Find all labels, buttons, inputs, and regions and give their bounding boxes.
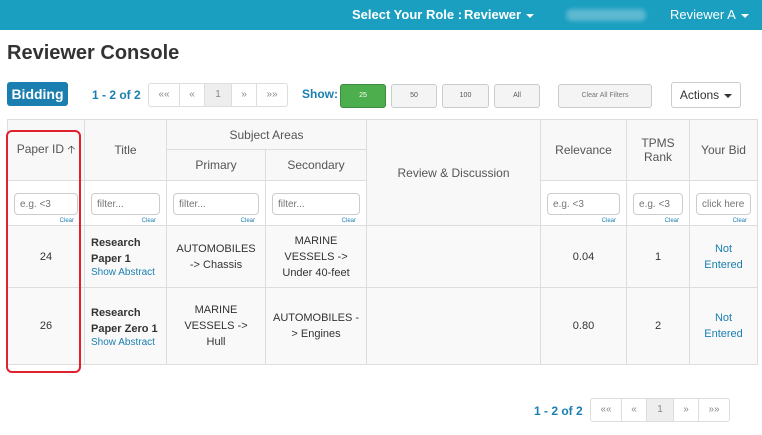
filter-cell-tpms: Clear — [626, 180, 691, 226]
filter-cell-secondary: Clear — [264, 180, 368, 226]
user-name: Reviewer A — [670, 7, 736, 22]
table-row: 24 Research Paper 1 Show Abstract AUTOMO… — [7, 225, 759, 288]
show-abstract-link[interactable]: Show Abstract — [91, 337, 160, 348]
pager-last-button[interactable]: »» — [699, 399, 729, 421]
paper-id-filter-input[interactable] — [14, 193, 78, 215]
filter-cell-primary: Clear — [166, 180, 266, 226]
pager-top: «« « 1 » »» — [148, 83, 288, 107]
show-label: Show: — [302, 87, 338, 101]
paper-title: Research Paper 1 — [91, 237, 141, 265]
actions-dropdown[interactable]: Actions — [671, 82, 741, 108]
filter-cell-relevance: Clear — [540, 180, 628, 226]
primary-cell: AUTOMOBILES -> Chassis — [166, 225, 266, 288]
col-header-relevance[interactable]: Relevance — [540, 119, 628, 181]
filter-cell-title: Clear — [84, 180, 167, 226]
paper-id-cell: 26 — [7, 287, 85, 365]
clear-filter-link[interactable]: Clear — [665, 218, 679, 224]
clear-filter-link[interactable]: Clear — [60, 218, 74, 224]
pager-prev-button[interactable]: « — [180, 84, 205, 106]
filter-cell-bid: Clear — [689, 180, 759, 226]
papers-table: Paper ID 🡡 Title Subject Areas Review & … — [7, 119, 759, 365]
pager-last-button[interactable]: »» — [257, 84, 287, 106]
title-cell: Research Paper Zero 1 Show Abstract — [84, 287, 167, 365]
clear-filter-link[interactable]: Clear — [142, 218, 156, 224]
col-header-tpms-rank[interactable]: TPMS Rank — [626, 119, 691, 181]
col-header-review-discussion: Review & Discussion — [366, 119, 542, 226]
redacted-text — [566, 9, 646, 21]
role-dropdown[interactable]: Reviewer — [464, 7, 535, 22]
tpms-cell: 2 — [626, 287, 691, 365]
relevance-cell: 0.80 — [540, 287, 628, 365]
secondary-filter-input[interactable] — [272, 193, 361, 215]
filter-cell-paper-id: Clear — [7, 180, 85, 226]
clear-all-filters-button[interactable]: Clear All Filters — [558, 84, 652, 108]
bid-cell: Not Entered — [689, 225, 759, 288]
primary-cell: MARINE VESSELS -> Hull — [166, 287, 266, 365]
col-header-subject-areas: Subject Areas — [165, 119, 368, 150]
bid-filter-input[interactable] — [696, 193, 752, 215]
bid-link[interactable]: Not Entered — [704, 243, 743, 271]
secondary-cell: AUTOMOBILES -> Engines — [264, 287, 368, 365]
pager-page-button[interactable]: 1 — [205, 84, 232, 106]
tpms-cell: 1 — [626, 225, 691, 288]
title-filter-input[interactable] — [91, 193, 160, 215]
col-header-paper-id[interactable]: Paper ID 🡡 — [7, 119, 85, 181]
chevron-down-icon — [526, 13, 535, 18]
bid-cell: Not Entered — [689, 287, 759, 365]
pager-first-button[interactable]: «« — [591, 399, 622, 421]
tpms-filter-input[interactable] — [633, 193, 684, 215]
title-cell: Research Paper 1 Show Abstract — [84, 225, 167, 288]
page-size-50-button[interactable]: 50 — [391, 84, 437, 108]
page-title: Reviewer Console — [7, 42, 180, 64]
pager-bottom: «« « 1 » »» — [590, 398, 730, 422]
paper-title: Research Paper Zero 1 — [91, 306, 158, 335]
clear-filter-link[interactable]: Clear — [241, 218, 255, 224]
role-label: Select Your Role : — [352, 7, 463, 22]
col-header-secondary[interactable]: Secondary — [264, 149, 368, 181]
col-header-primary[interactable]: Primary — [166, 149, 266, 181]
page-size-100-button[interactable]: 100 — [442, 84, 489, 108]
review-cell — [366, 287, 542, 365]
paper-id-cell: 24 — [7, 225, 85, 288]
review-cell — [366, 225, 542, 288]
tab-bidding[interactable]: Bidding — [7, 82, 68, 106]
sort-asc-icon: 🡡 — [67, 143, 76, 156]
page-size-25-button[interactable]: 25 — [340, 84, 386, 108]
col-header-your-bid[interactable]: Your Bid — [689, 119, 759, 181]
pager-page-button[interactable]: 1 — [647, 399, 674, 421]
pager-info-bottom: 1 - 2 of 2 — [534, 404, 583, 418]
secondary-cell: MARINE VESSELS -> Under 40-feet — [264, 225, 368, 288]
page-size-all-button[interactable]: All — [494, 84, 540, 108]
table-row: 26 Research Paper Zero 1 Show Abstract M… — [7, 287, 759, 365]
chevron-down-icon — [740, 13, 749, 18]
show-abstract-link[interactable]: Show Abstract — [91, 267, 160, 278]
chevron-down-icon — [724, 93, 733, 98]
col-header-title[interactable]: Title — [84, 119, 167, 181]
pager-first-button[interactable]: «« — [149, 84, 180, 106]
pager-info-top: 1 - 2 of 2 — [92, 88, 141, 102]
clear-filter-link[interactable]: Clear — [602, 218, 616, 224]
clear-filter-link[interactable]: Clear — [733, 218, 747, 224]
top-navbar: Select Your Role : Reviewer Reviewer A — [0, 0, 762, 30]
pager-next-button[interactable]: » — [674, 399, 699, 421]
role-value: Reviewer — [464, 7, 522, 22]
actions-label: Actions — [679, 88, 720, 102]
relevance-filter-input[interactable] — [547, 193, 621, 215]
primary-filter-input[interactable] — [173, 193, 259, 215]
relevance-cell: 0.04 — [540, 225, 628, 288]
user-menu[interactable]: Reviewer A — [670, 7, 749, 22]
bid-link[interactable]: Not Entered — [704, 312, 743, 340]
clear-filter-link[interactable]: Clear — [342, 218, 356, 224]
pager-next-button[interactable]: » — [232, 84, 257, 106]
pager-prev-button[interactable]: « — [622, 399, 647, 421]
